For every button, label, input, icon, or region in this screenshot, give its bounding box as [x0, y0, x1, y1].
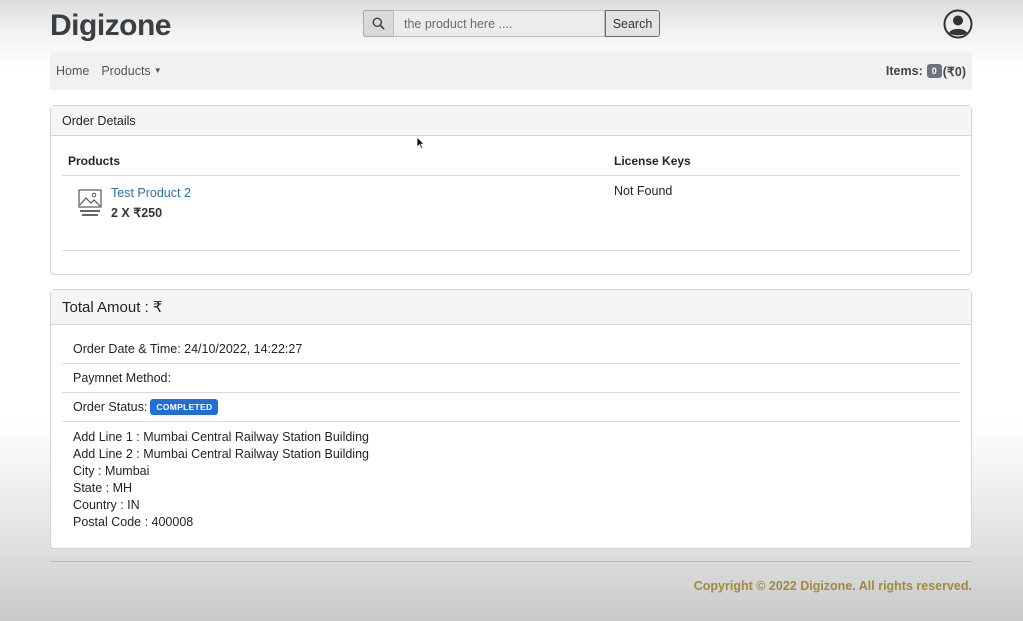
col-header-products: Products: [68, 153, 121, 168]
address-postal-code: Postal Code : 400008: [73, 515, 194, 530]
address-line-1: Add Line 1 : Mumbai Central Railway Stat…: [73, 430, 369, 444]
col-header-license: License Keys: [614, 153, 691, 168]
total-amount-title: Total Amout : ₹: [51, 290, 971, 325]
shipping-address: Add Line 1 : Mumbai Central Railway Stat…: [62, 422, 960, 532]
caret-down-icon: ▼: [153, 66, 162, 75]
table-row: Test Product 2 2 X ₹250 Not Found: [62, 176, 960, 251]
products-table: Products License Keys Test Product 2 2 X…: [62, 146, 960, 251]
order-summary-card: Total Amout : ₹ Order Date & Time: 24/10…: [50, 289, 972, 549]
nav-home-link[interactable]: Home: [56, 64, 89, 78]
footer-copyright: Copyright © 2022 Digizone. All rights re…: [693, 579, 972, 593]
order-date-row: Order Date & Time: 24/10/2022, 14:22:27: [62, 335, 960, 364]
cart-total: (₹0): [942, 64, 966, 79]
order-status-row: Order Status: COMPLETED: [62, 393, 960, 422]
footer-divider: [50, 561, 972, 562]
cart-summary[interactable]: Items: 0 (₹0): [886, 64, 966, 79]
order-details-title: Order Details: [51, 106, 971, 136]
nav-products-label: Products: [101, 64, 151, 78]
payment-method-row: Paymnet Method:: [62, 364, 960, 393]
table-header-row: Products License Keys: [62, 146, 960, 176]
search-input[interactable]: [393, 10, 605, 37]
address-state: State : MH: [73, 481, 133, 496]
license-key-value: Not Found: [614, 184, 673, 198]
product-qty-price: 2 X ₹250: [111, 206, 163, 220]
product-cell: Test Product 2 2 X ₹250: [62, 176, 614, 250]
user-account-icon[interactable]: [943, 9, 973, 39]
mouse-cursor-icon: [416, 136, 426, 150]
address-city: City : Mumbai: [73, 464, 150, 479]
search-icon: [363, 10, 393, 37]
product-name-link[interactable]: Test Product 2: [111, 186, 191, 200]
cart-count-badge: 0: [926, 64, 942, 78]
main-navbar: Home Products ▼ Items: 0 (₹0): [50, 52, 972, 90]
cart-label: Items:: [885, 64, 923, 78]
address-line-2: Add Line 2 : Mumbai Central Railway Stat…: [73, 447, 369, 462]
nav-products-dropdown[interactable]: Products ▼: [101, 64, 161, 78]
order-details-card: Order Details Products License Keys Test…: [50, 105, 972, 275]
search-bar: Search: [363, 10, 660, 37]
order-info-list: Order Date & Time: 24/10/2022, 14:22:27 …: [62, 335, 960, 532]
search-button[interactable]: Search: [605, 10, 660, 37]
brand-logo[interactable]: Digizone: [50, 9, 172, 43]
address-country: Country : IN: [73, 498, 140, 513]
no-image-icon: [78, 189, 102, 216]
status-badge: COMPLETED: [150, 399, 219, 415]
order-status-label: Order Status:: [73, 400, 148, 414]
